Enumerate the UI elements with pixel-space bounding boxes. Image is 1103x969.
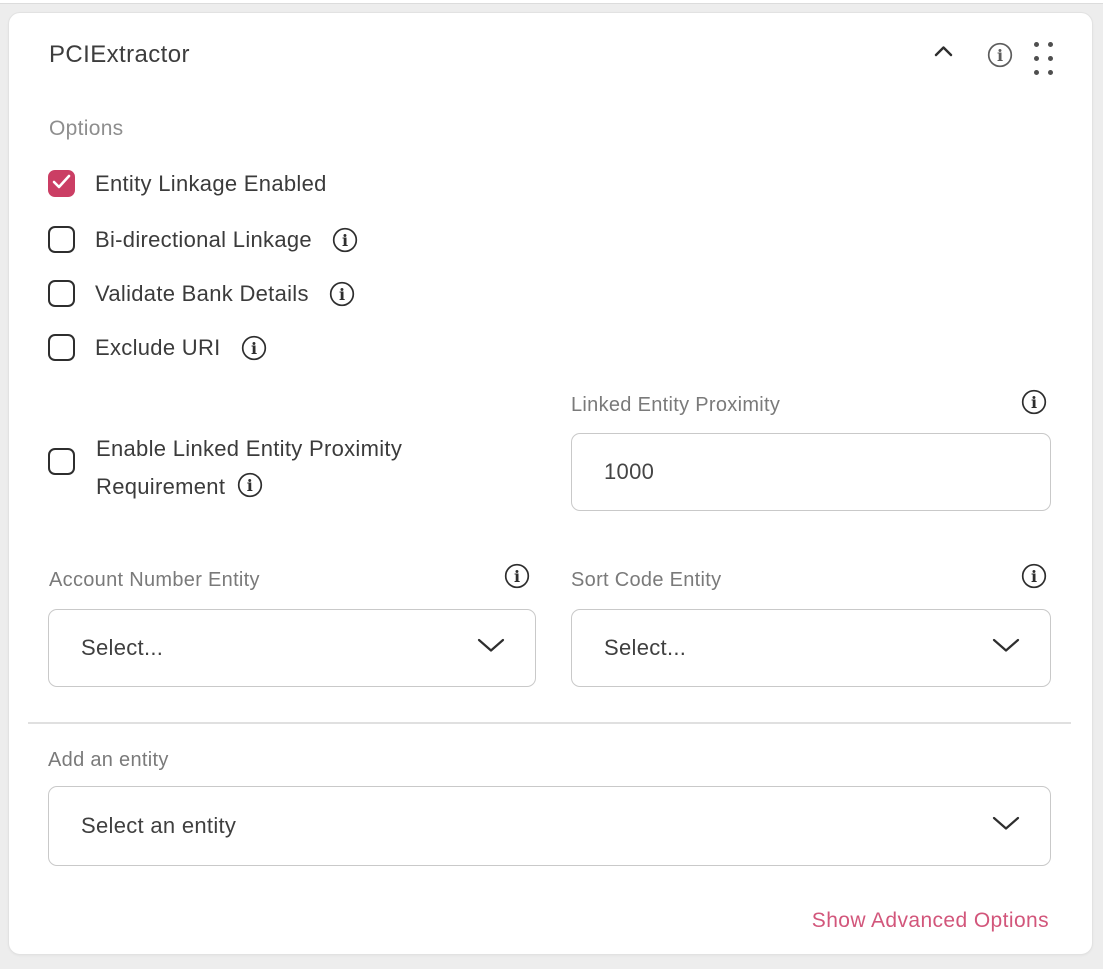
checkbox-label: Bi-directional Linkage bbox=[95, 227, 312, 253]
checkbox-row-exclude-uri: Exclude URI i bbox=[48, 334, 267, 361]
chevron-down-icon bbox=[992, 638, 1020, 659]
info-icon[interactable]: i bbox=[237, 472, 263, 498]
collapse-button[interactable] bbox=[929, 41, 957, 65]
select-value: Select an entity bbox=[49, 813, 236, 839]
checkbox-row-bidirectional: Bi-directional Linkage i bbox=[48, 226, 358, 253]
checkbox-row-entity-linkage: Entity Linkage Enabled bbox=[48, 170, 327, 197]
section-divider bbox=[28, 722, 1071, 724]
svg-text:i: i bbox=[339, 285, 345, 304]
exclude-uri-checkbox[interactable] bbox=[48, 334, 75, 361]
drag-handle-icon[interactable] bbox=[1034, 42, 1056, 84]
select-value: Select... bbox=[49, 635, 163, 661]
chevron-down-icon bbox=[992, 816, 1020, 837]
validate-bank-details-checkbox[interactable] bbox=[48, 280, 75, 307]
pci-extractor-panel: PCIExtractor i Options Entity Linkage En… bbox=[8, 12, 1093, 955]
checkbox-label: Entity Linkage Enabled bbox=[95, 171, 327, 197]
svg-text:i: i bbox=[342, 231, 348, 250]
account-number-entity-select[interactable]: Select... bbox=[48, 609, 536, 687]
svg-text:i: i bbox=[251, 339, 257, 358]
entity-linkage-checkbox[interactable] bbox=[48, 170, 75, 197]
chevron-down-icon bbox=[477, 638, 505, 659]
proximity-input[interactable] bbox=[571, 433, 1051, 511]
info-icon[interactable]: i bbox=[332, 227, 358, 253]
checkbox-row-validate-bank: Validate Bank Details i bbox=[48, 280, 355, 307]
chevron-up-icon bbox=[934, 44, 953, 62]
checkbox-label: Exclude URI bbox=[95, 335, 221, 361]
svg-text:i: i bbox=[1031, 393, 1037, 412]
previous-card-edge bbox=[0, 0, 1103, 4]
sort-code-entity-select[interactable]: Select... bbox=[571, 609, 1051, 687]
enable-proximity-checkbox[interactable] bbox=[48, 448, 75, 475]
checkbox-label: Validate Bank Details bbox=[95, 281, 309, 307]
options-section-label: Options bbox=[49, 117, 123, 141]
account-number-entity-label: Account Number Entity bbox=[49, 569, 260, 592]
svg-text:i: i bbox=[514, 567, 520, 586]
info-icon[interactable]: i bbox=[241, 335, 267, 361]
info-icon[interactable]: i bbox=[504, 563, 530, 589]
bidirectional-linkage-checkbox[interactable] bbox=[48, 226, 75, 253]
svg-text:i: i bbox=[247, 476, 253, 495]
panel-title: PCIExtractor bbox=[49, 41, 190, 69]
svg-text:i: i bbox=[1031, 567, 1037, 586]
select-value: Select... bbox=[572, 635, 686, 661]
add-entity-label: Add an entity bbox=[48, 749, 169, 772]
proximity-checkbox-label: Enable Linked Entity Proximity Requireme… bbox=[96, 430, 476, 506]
info-icon[interactable]: i bbox=[329, 281, 355, 307]
info-icon[interactable]: i bbox=[1021, 389, 1047, 415]
info-icon[interactable]: i bbox=[1021, 563, 1047, 589]
show-advanced-options-link[interactable]: Show Advanced Options bbox=[812, 909, 1049, 933]
proximity-field-label: Linked Entity Proximity bbox=[571, 394, 780, 417]
checkmark-icon bbox=[52, 174, 71, 194]
panel-info-icon[interactable]: i bbox=[987, 42, 1013, 68]
add-entity-select[interactable]: Select an entity bbox=[48, 786, 1051, 866]
sort-code-entity-label: Sort Code Entity bbox=[571, 569, 721, 592]
svg-text:i: i bbox=[997, 46, 1003, 65]
